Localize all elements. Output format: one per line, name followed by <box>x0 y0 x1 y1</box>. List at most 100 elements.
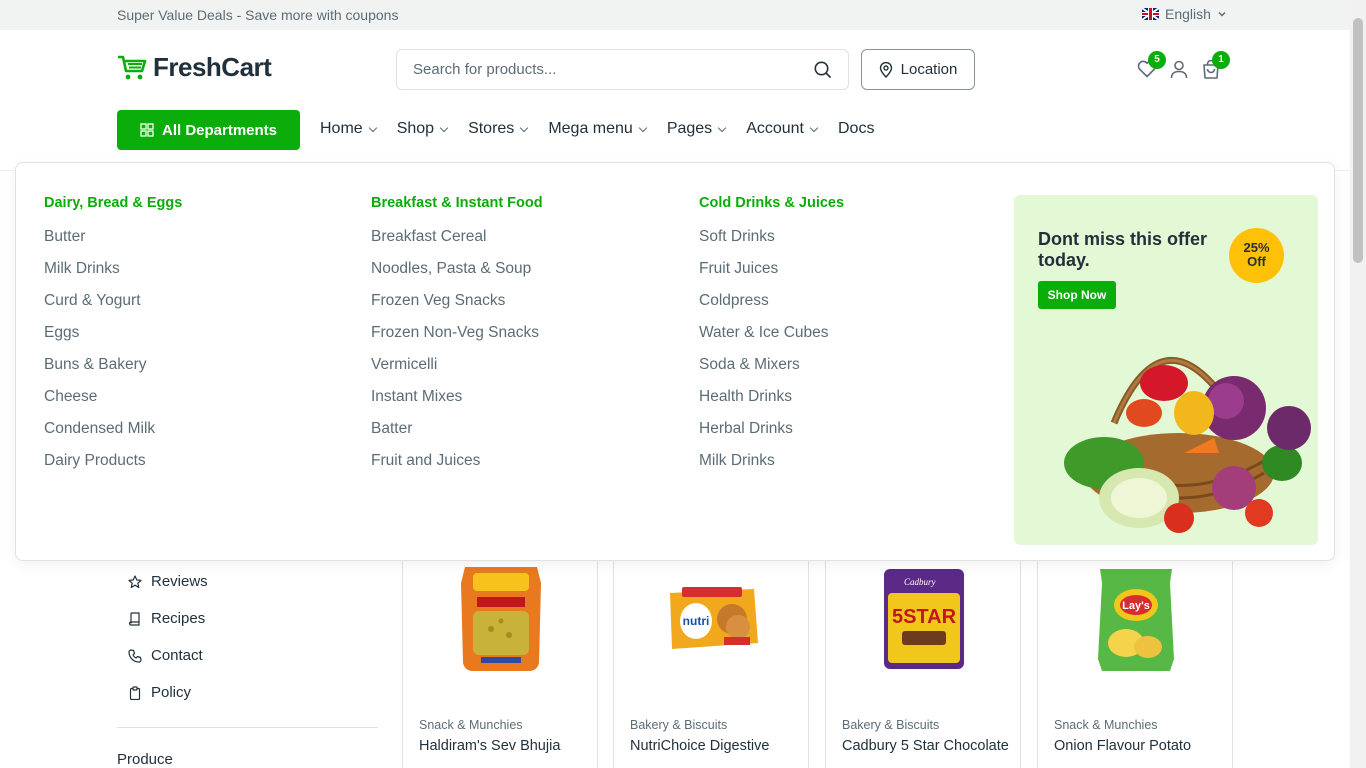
discount-percent: 25% <box>1243 240 1270 255</box>
nav-stores-label: Stores <box>468 120 515 137</box>
shop-now-button[interactable]: Shop Now <box>1038 281 1116 309</box>
mega-link[interactable]: Coldpress <box>699 291 844 323</box>
search-icon[interactable] <box>814 61 832 79</box>
nav-account[interactable]: Account <box>746 120 819 138</box>
svg-text:nutri: nutri <box>683 614 710 628</box>
map-pin-icon <box>879 61 892 78</box>
mega-link[interactable]: Dairy Products <box>44 451 182 483</box>
mega-link[interactable]: Condensed Milk <box>44 419 182 451</box>
sidebar-item-label: Recipes <box>151 610 206 627</box>
sidebar-item-label: Contact <box>151 647 203 664</box>
scrollbar-thumb[interactable] <box>1353 18 1363 263</box>
mega-link[interactable]: Eggs <box>44 323 182 355</box>
nav-home-label: Home <box>320 120 363 137</box>
mega-link[interactable]: Milk Drinks <box>44 259 182 291</box>
mega-column-heading[interactable]: Breakfast & Instant Food <box>371 195 543 214</box>
mega-column-drinks: Cold Drinks & Juices Soft Drinks Fruit J… <box>699 195 844 483</box>
product-name[interactable]: Onion Flavour Potato <box>1054 738 1224 755</box>
sidebar-item-reviews[interactable]: Reviews <box>128 563 208 600</box>
mega-link[interactable]: Batter <box>371 419 543 451</box>
mega-column-heading[interactable]: Dairy, Bread & Eggs <box>44 195 182 214</box>
cart-count-badge: 1 <box>1212 51 1230 69</box>
chevron-down-icon <box>520 123 529 132</box>
logo[interactable]: FreshCart <box>117 52 272 83</box>
mega-link[interactable]: Milk Drinks <box>699 451 844 483</box>
mega-link[interactable]: Curd & Yogurt <box>44 291 182 323</box>
mega-link[interactable]: Butter <box>44 227 182 259</box>
cart-button[interactable]: 1 <box>1202 51 1230 84</box>
svg-text:5STAR: 5STAR <box>892 606 957 628</box>
chevron-down-icon <box>368 123 377 132</box>
product-image: Lay's <box>1098 569 1174 671</box>
mega-link[interactable]: Instant Mixes <box>371 387 543 419</box>
svg-text:Lay's: Lay's <box>1122 600 1150 612</box>
chevron-down-icon <box>638 123 648 132</box>
mega-column-dairy: Dairy, Bread & Eggs Butter Milk Drinks C… <box>44 195 182 483</box>
search-input[interactable] <box>397 50 797 89</box>
all-departments-label: All Departments <box>161 121 278 139</box>
product-card[interactable]: Snack & Munchies Haldiram's Sev Bhujia <box>402 540 598 768</box>
mega-menu-dropdown: Dairy, Bread & Eggs Butter Milk Drinks C… <box>15 162 1335 561</box>
chevron-down-icon <box>439 123 449 132</box>
product-name[interactable]: NutriChoice Digestive <box>630 738 800 755</box>
nav-docs[interactable]: Docs <box>838 120 874 138</box>
chevron-down-icon <box>1218 11 1226 17</box>
mega-link[interactable]: Fruit and Juices <box>371 451 543 483</box>
mega-link[interactable]: Buns & Bakery <box>44 355 182 387</box>
wishlist-button[interactable]: 5 <box>1137 51 1166 83</box>
product-image: nutri <box>670 587 758 649</box>
product-name[interactable]: Haldiram's Sev Bhujia <box>419 738 589 755</box>
mega-column-heading[interactable]: Cold Drinks & Juices <box>699 195 844 214</box>
nav-pages-label: Pages <box>666 120 713 137</box>
mega-link[interactable]: Soda & Mixers <box>699 355 844 387</box>
nav-pages[interactable]: Pages <box>666 120 727 138</box>
clipboard-icon <box>129 685 141 700</box>
sidebar-item-recipes[interactable]: Recipes <box>128 600 208 637</box>
sidebar-section-produce[interactable]: Produce <box>117 751 173 768</box>
mega-link[interactable]: Fruit Juices <box>699 259 844 291</box>
nav-shop[interactable]: Shop <box>397 120 449 138</box>
nav-mega-menu[interactable]: Mega menu <box>548 120 648 138</box>
mega-column-breakfast: Breakfast & Instant Food Breakfast Cerea… <box>371 195 543 483</box>
grid-icon <box>140 123 154 137</box>
nav-docs-label: Docs <box>838 120 875 137</box>
mega-link[interactable]: Cheese <box>44 387 182 419</box>
location-button[interactable]: Location <box>861 49 975 90</box>
mega-link[interactable]: Water & Ice Cubes <box>699 323 844 355</box>
mega-link[interactable]: Breakfast Cereal <box>371 227 543 259</box>
sidebar-item-policy[interactable]: Policy <box>128 674 208 711</box>
product-name[interactable]: Cadbury 5 Star Chocolate <box>842 738 1012 755</box>
nav-home[interactable]: Home <box>320 120 377 138</box>
account-button[interactable] <box>1170 60 1188 84</box>
product-category: Bakery & Biscuits <box>630 718 728 732</box>
mega-link[interactable]: Frozen Veg Snacks <box>371 291 543 323</box>
language-selector[interactable]: English <box>1142 6 1227 22</box>
sidebar-item-contact[interactable]: Contact <box>128 637 208 674</box>
all-departments-button[interactable]: All Departments <box>117 110 300 150</box>
chevron-down-icon <box>809 123 819 132</box>
mega-link[interactable]: Noodles, Pasta & Soup <box>371 259 543 291</box>
mega-link[interactable]: Frozen Non-Veg Snacks <box>371 323 543 355</box>
sidebar-divider <box>117 727 378 728</box>
mega-link[interactable]: Vermicelli <box>371 355 543 387</box>
nav-mega-menu-label: Mega menu <box>548 120 633 137</box>
product-card[interactable]: 5STAR Cadbury Bakery & Biscuits Cadbury … <box>825 540 1021 768</box>
star-icon <box>128 574 142 588</box>
search-box <box>396 49 849 90</box>
top-bar: Super Value Deals - Save more with coupo… <box>0 0 1350 30</box>
mega-link[interactable]: Soft Drinks <box>699 227 844 259</box>
promo-banner: Dont miss this offer today. Shop Now 25%… <box>1014 195 1318 545</box>
product-card[interactable]: Lay's Snack & Munchies Onion Flavour Pot… <box>1037 540 1233 768</box>
promo-text: Super Value Deals - Save more with coupo… <box>117 7 399 23</box>
vegetable-basket-image <box>1064 356 1311 533</box>
page-scrollbar[interactable] <box>1350 0 1366 768</box>
nav-stores[interactable]: Stores <box>468 120 529 138</box>
uk-flag-icon <box>1142 8 1159 20</box>
product-card[interactable]: nutri Bakery & Biscuits NutriChoice Dige… <box>613 540 809 768</box>
product-image: 5STAR Cadbury <box>884 569 964 669</box>
book-icon <box>128 611 140 626</box>
discount-badge: 25% Off <box>1229 228 1284 283</box>
mega-link[interactable]: Herbal Drinks <box>699 419 844 451</box>
mega-link[interactable]: Health Drinks <box>699 387 844 419</box>
product-image <box>461 567 541 671</box>
